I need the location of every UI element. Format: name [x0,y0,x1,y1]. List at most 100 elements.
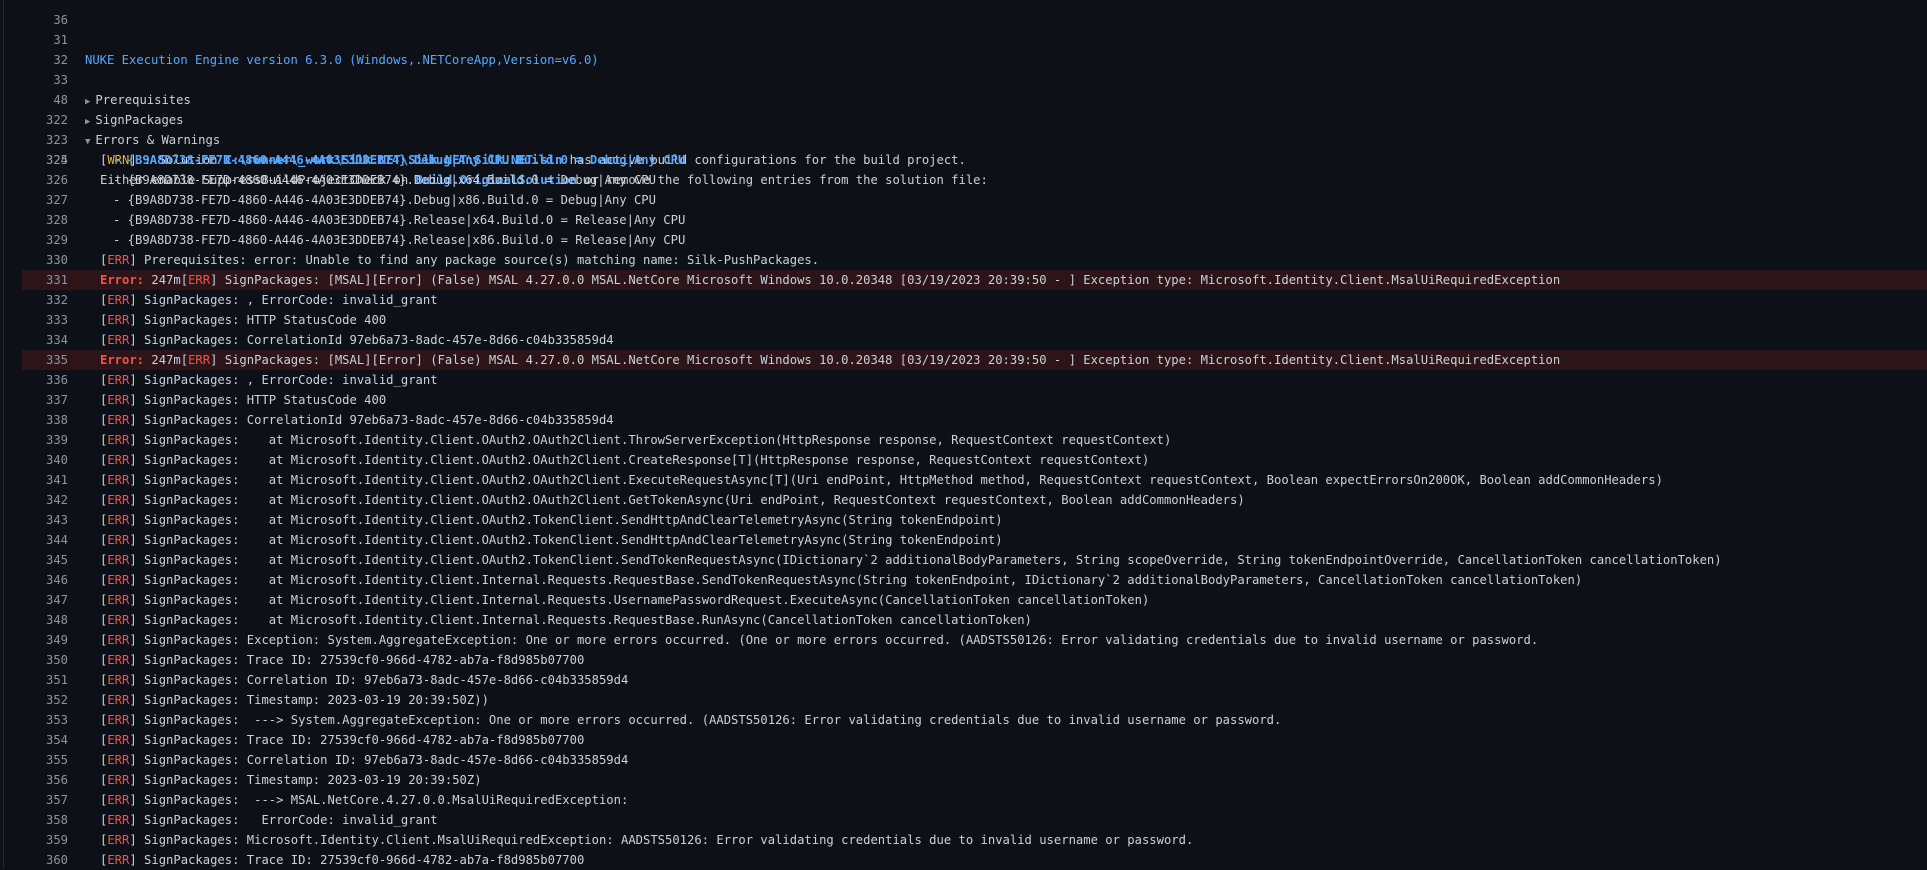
log-line-error: 350 [ERR] SignPackages: Trace ID: 27539cf… [0,650,1927,670]
error-tag: ERR [107,373,130,387]
log-line-error: 334 [ERR] SignPackages: CorrelationId 97e… [0,330,1927,350]
error-message: SignPackages: Trace ID: 27539cf0-966d-47… [136,853,585,867]
error-tag: ERR [107,733,130,747]
line-number[interactable]: 347 [0,590,68,610]
log-line-either: 324 Either enable SuppressBuildProjectCh… [0,130,1927,187]
log-line-error: 351 [ERR] SignPackages: Correlation ID: 9… [0,670,1927,690]
error-message: SignPackages: Exception: System.Aggregat… [136,633,1539,647]
line-number[interactable]: 353 [0,710,68,730]
error-tag: ERR [107,673,130,687]
line-number[interactable]: 351 [0,670,68,690]
log-line-error: 352 [ERR] SignPackages: Timestamp: 2023-0… [0,690,1927,710]
line-number[interactable]: 350 [0,650,68,670]
error-label: Error: [100,273,145,287]
line-number[interactable]: 331 [0,270,68,290]
line-number[interactable]: 329 [0,230,68,250]
line-number[interactable]: 359 [0,830,68,850]
line-number[interactable]: 357 [0,790,68,810]
line-number[interactable]: 328 [0,210,68,230]
error-tag: ERR [107,533,130,547]
error-message: SignPackages: Correlation ID: 97eb6a73-8… [136,753,629,767]
line-number[interactable]: 333 [0,310,68,330]
error-message: SignPackages: , ErrorCode: invalid_grant [136,373,438,387]
error-message: SignPackages: at Microsoft.Identity.Clie… [136,493,1245,507]
log-line-error: 359 [ERR] SignPackages: Microsoft.Identit… [0,830,1927,850]
log-line-error: 340 [ERR] SignPackages: at Microsoft.Iden… [0,450,1927,470]
log-line-error-highlighted: 331 Error: 247m[ERR] SignPackages: [MSAL]… [22,270,1927,290]
line-number[interactable]: 335 [0,350,68,370]
log-line-error: 342 [ERR] SignPackages: at Microsoft.Iden… [0,490,1927,510]
log-group-errors-warnings[interactable]: 322 ▼ Errors & Warnings [0,90,1927,147]
line-number[interactable]: 326 [0,170,68,190]
log-line-error: 333 [ERR] SignPackages: HTTP StatusCode 4… [0,310,1927,330]
error-message: SignPackages: at Microsoft.Identity.Clie… [136,573,1583,587]
error-message: SignPackages: ErrorCode: invalid_grant [136,813,438,827]
build-log: 36 31 NUKE Execution Engine version 6.3.… [0,0,1927,870]
line-number[interactable]: 352 [0,690,68,710]
solution-entry-text: - {B9A8D738-FE7D-4860-A446-4A03E3DDEB74}… [113,193,656,207]
escape-code: 247m [144,353,181,367]
line-number[interactable]: 341 [0,470,68,490]
log-group-prerequisites[interactable]: 33 ▶ Prerequisites [0,50,1927,107]
line-number[interactable]: 332 [0,290,68,310]
error-tag: ERR [107,573,130,587]
line-number[interactable]: 358 [0,810,68,830]
error-message: Prerequisites: error: Unable to find any… [136,253,820,267]
solution-entry-text: - {B9A8D738-FE7D-4860-A446-4A03E3DDEB74}… [113,233,686,247]
error-message: SignPackages: at Microsoft.Identity.Clie… [136,613,1032,627]
log-line-error: 360 [ERR] SignPackages: Trace ID: 27539cf… [0,850,1927,870]
error-tag: ERR [107,753,130,767]
log-line-error: 339 [ERR] SignPackages: at Microsoft.Iden… [0,430,1927,450]
line-number[interactable]: 349 [0,630,68,650]
line-number[interactable]: 330 [0,250,68,270]
line-number[interactable]: 360 [0,850,68,870]
log-line-error: 344 [ERR] SignPackages: at Microsoft.Iden… [0,530,1927,550]
error-message: SignPackages: at Microsoft.Identity.Clie… [136,513,1003,527]
line-number[interactable]: 342 [0,490,68,510]
error-tag: ERR [107,713,130,727]
line-number[interactable]: 334 [0,330,68,350]
error-message: SignPackages: at Microsoft.Identity.Clie… [136,433,1172,447]
error-tag: ERR [107,293,130,307]
line-number[interactable]: 337 [0,390,68,410]
line-number[interactable]: 348 [0,610,68,630]
line-number[interactable]: 345 [0,550,68,570]
log-line-solution-entry: 325 - {B9A8D738-FE7D-4860-A446-4A03E3DDEB… [0,150,1927,170]
error-tag: ERR [107,613,130,627]
line-number[interactable]: 340 [0,450,68,470]
error-message: SignPackages: Timestamp: 2023-03-19 20:3… [136,773,482,787]
line-number[interactable]: 354 [0,730,68,750]
log-line-error: 349 [ERR] SignPackages: Exception: System… [0,630,1927,650]
error-message: SignPackages: ---> MSAL.NetCore.4.27.0.0… [136,793,629,807]
error-message: SignPackages: CorrelationId 97eb6a73-8ad… [136,413,614,427]
error-label: Error: [100,353,145,367]
line-number[interactable]: 344 [0,530,68,550]
error-tag: ERR [107,593,130,607]
line-number[interactable]: 355 [0,750,68,770]
line-number[interactable]: 325 [0,150,68,170]
log-line-error: 348 [ERR] SignPackages: at Microsoft.Iden… [0,610,1927,630]
error-message: SignPackages: Timestamp: 2023-03-19 20:3… [136,693,489,707]
error-tag: ERR [107,413,130,427]
line-number[interactable]: 343 [0,510,68,530]
line-number[interactable]: 327 [0,190,68,210]
error-tag: ERR [107,473,130,487]
log-group-signpackages[interactable]: 48 ▶ SignPackages [0,70,1927,127]
error-message: SignPackages: at Microsoft.Identity.Clie… [136,473,1663,487]
log-line-error: 356 [ERR] SignPackages: Timestamp: 2023-0… [0,770,1927,790]
log-line-error: 347 [ERR] SignPackages: at Microsoft.Iden… [0,590,1927,610]
error-tag: ERR [188,273,211,287]
log-line-title: 31 NUKE Execution Engine version 6.3.0 (… [0,10,1927,67]
error-tag: ERR [107,453,130,467]
error-message: SignPackages: Correlation ID: 97eb6a73-8… [136,673,629,687]
line-number[interactable]: 356 [0,770,68,790]
log-line-error: 357 [ERR] SignPackages: ---> MSAL.NetCore… [0,790,1927,810]
line-number[interactable]: 336 [0,370,68,390]
line-number[interactable]: 339 [0,430,68,450]
log-line-error: 343 [ERR] SignPackages: at Microsoft.Iden… [0,510,1927,530]
line-number[interactable]: 338 [0,410,68,430]
line-number[interactable]: 346 [0,570,68,590]
error-tag: ERR [107,253,130,267]
error-tag: ERR [107,653,130,667]
log-line-blank: 32 [0,30,1927,67]
